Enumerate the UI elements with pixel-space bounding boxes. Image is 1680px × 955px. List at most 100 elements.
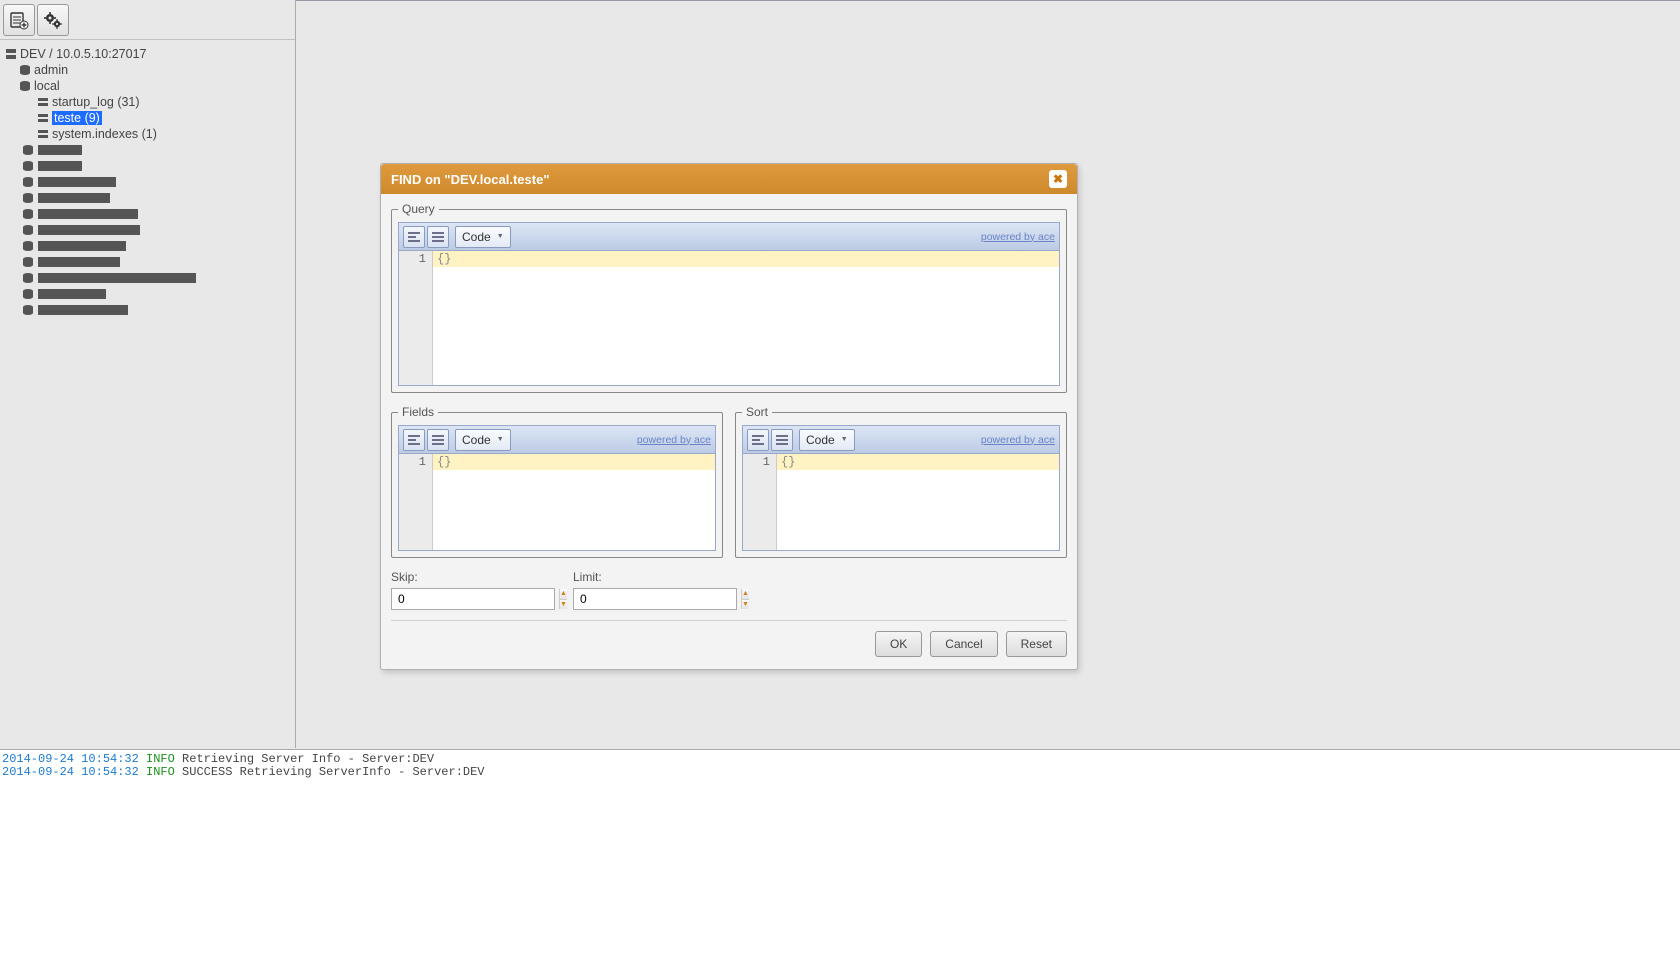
skip-input-wrapper: ▲ ▼ bbox=[391, 588, 555, 610]
tree-db-node-redacted[interactable] bbox=[4, 238, 291, 254]
query-editor: Code ▼ powered by ace 1 {} bbox=[398, 222, 1060, 386]
tree-db-node[interactable]: admin bbox=[4, 62, 291, 78]
redacted-label bbox=[38, 241, 126, 251]
dialog-close-button[interactable]: ✖ bbox=[1049, 170, 1067, 188]
editor-mode-label: Code bbox=[462, 433, 491, 447]
sidebar-toolbar bbox=[0, 0, 295, 40]
powered-by-link[interactable]: powered by ace bbox=[981, 434, 1055, 446]
editor-mode-dropdown[interactable]: Code ▼ bbox=[799, 429, 855, 451]
tree-db-node-redacted[interactable] bbox=[4, 174, 291, 190]
limit-input-wrapper: ▲ ▼ bbox=[573, 588, 737, 610]
tree-collection-node[interactable]: teste (9) bbox=[4, 110, 291, 126]
fields-editor: Code▼ powered by ace 1 {} bbox=[398, 425, 716, 551]
skip-input[interactable] bbox=[392, 589, 559, 609]
editor-gutter: 1 bbox=[743, 454, 777, 550]
tree-collection-label: startup_log (31) bbox=[52, 95, 140, 109]
format-collapse-button[interactable] bbox=[747, 429, 769, 451]
database-icon bbox=[22, 176, 34, 188]
tree-collection-node[interactable]: startup_log (31) bbox=[4, 94, 291, 110]
tree-db-node-redacted[interactable] bbox=[4, 286, 291, 302]
chevron-down-icon: ▼ bbox=[497, 233, 504, 240]
tree-collection-node[interactable]: system.indexes (1) bbox=[4, 126, 291, 142]
align-left-icon bbox=[751, 434, 765, 446]
redacted-label bbox=[38, 177, 116, 187]
tree-db-node-redacted[interactable] bbox=[4, 254, 291, 270]
fields-fieldset: Fields Code▼ powered by ace 1 {} bbox=[391, 405, 723, 558]
database-icon bbox=[22, 160, 34, 172]
sort-editor-body[interactable]: 1 {} bbox=[743, 454, 1059, 550]
align-justify-icon bbox=[431, 231, 445, 243]
collection-icon bbox=[36, 127, 50, 141]
database-icon bbox=[22, 288, 34, 300]
database-tree: DEV / 10.0.5.10:27017 admin local startu… bbox=[0, 40, 295, 324]
tree-db-node-redacted[interactable] bbox=[4, 302, 291, 318]
powered-by-link[interactable]: powered by ace bbox=[637, 434, 711, 446]
query-legend: Query bbox=[398, 202, 439, 216]
tree-db-node-redacted[interactable] bbox=[4, 142, 291, 158]
sort-fieldset: Sort Code▼ powered by ace 1 {} bbox=[735, 405, 1067, 558]
limit-spinner: ▲ ▼ bbox=[741, 589, 749, 609]
database-icon bbox=[22, 192, 34, 204]
fields-editor-body[interactable]: 1 {} bbox=[399, 454, 715, 550]
cancel-button[interactable]: Cancel bbox=[930, 631, 997, 657]
editor-toolbar: Code ▼ powered by ace bbox=[743, 426, 1059, 454]
editor-mode-dropdown[interactable]: Code▼ bbox=[455, 429, 511, 451]
query-fieldset: Query Code ▼ powered by ace 1 {} bbox=[391, 202, 1067, 393]
dialog-titlebar[interactable]: FIND on "DEV.local.teste" ✖ bbox=[381, 164, 1077, 194]
database-icon bbox=[18, 63, 32, 77]
tree-server-node[interactable]: DEV / 10.0.5.10:27017 bbox=[4, 46, 291, 62]
format-expand-button[interactable] bbox=[427, 429, 449, 451]
format-collapse-button[interactable] bbox=[403, 429, 425, 451]
powered-by-link[interactable]: powered by ace bbox=[981, 231, 1055, 243]
pagination-row: Skip: ▲ ▼ Limit: ▲ ▼ bbox=[391, 568, 1067, 620]
format-expand-button[interactable] bbox=[427, 226, 449, 248]
database-icon bbox=[22, 272, 34, 284]
redacted-label bbox=[38, 161, 82, 171]
format-collapse-button[interactable] bbox=[403, 226, 425, 248]
collection-icon bbox=[36, 95, 50, 109]
tree-db-node[interactable]: local bbox=[4, 78, 291, 94]
settings-button[interactable] bbox=[37, 4, 69, 36]
align-left-icon bbox=[407, 231, 421, 243]
log-console: 2014-09-24 10:54:32 INFO Retrieving Serv… bbox=[0, 749, 1680, 955]
editor-toolbar: Code ▼ powered by ace bbox=[399, 223, 1059, 251]
tree-db-node-redacted[interactable] bbox=[4, 222, 291, 238]
skip-spinner: ▲ ▼ bbox=[559, 589, 567, 609]
dialog-body: Query Code▼ powered by ace 1 {} Fields bbox=[381, 194, 1077, 669]
editor-gutter: 1 bbox=[399, 251, 433, 385]
editor-toolbar: Code▼ powered by ace bbox=[399, 426, 715, 454]
editor-code[interactable]: {} bbox=[433, 251, 1059, 385]
database-icon bbox=[22, 224, 34, 236]
editor-code[interactable]: {} bbox=[433, 454, 715, 550]
spinner-up-button[interactable]: ▲ bbox=[560, 589, 567, 600]
editor-mode-label: Code bbox=[806, 433, 835, 447]
query-editor-body[interactable]: 1 {} bbox=[399, 251, 1059, 385]
tree-db-label: admin bbox=[34, 63, 68, 77]
collection-icon bbox=[36, 111, 50, 125]
sort-editor: Code ▼ powered by ace 1 {} bbox=[742, 425, 1060, 551]
tree-db-node-redacted[interactable] bbox=[4, 206, 291, 222]
tree-collection-label: system.indexes (1) bbox=[52, 127, 157, 141]
tree-db-node-redacted[interactable] bbox=[4, 190, 291, 206]
spinner-down-button[interactable]: ▼ bbox=[742, 600, 749, 610]
spinner-down-button[interactable]: ▼ bbox=[560, 600, 567, 610]
editor-code[interactable]: {} bbox=[777, 454, 1059, 550]
tree-db-node-redacted[interactable] bbox=[4, 270, 291, 286]
align-left-icon bbox=[407, 434, 421, 446]
ok-button[interactable]: OK bbox=[875, 631, 922, 657]
reset-button[interactable]: Reset bbox=[1006, 631, 1067, 657]
editor-mode-dropdown[interactable]: Code ▼ bbox=[455, 226, 511, 248]
format-expand-button[interactable] bbox=[771, 429, 793, 451]
limit-input[interactable] bbox=[574, 589, 741, 609]
redacted-label bbox=[38, 273, 196, 283]
redacted-label bbox=[38, 225, 140, 235]
log-line: 2014-09-24 10:54:32 INFO SUCCESS Retriev… bbox=[2, 766, 1678, 779]
spinner-up-button[interactable]: ▲ bbox=[742, 589, 749, 600]
add-server-button[interactable] bbox=[3, 4, 35, 36]
redacted-label bbox=[38, 289, 106, 299]
editor-mode-label: Code bbox=[462, 230, 491, 244]
chevron-down-icon: ▼ bbox=[841, 436, 848, 443]
tree-db-node-redacted[interactable] bbox=[4, 158, 291, 174]
find-dialog: FIND on "DEV.local.teste" ✖ Query Code ▼ … bbox=[380, 163, 1078, 670]
limit-label: Limit: bbox=[573, 570, 737, 584]
